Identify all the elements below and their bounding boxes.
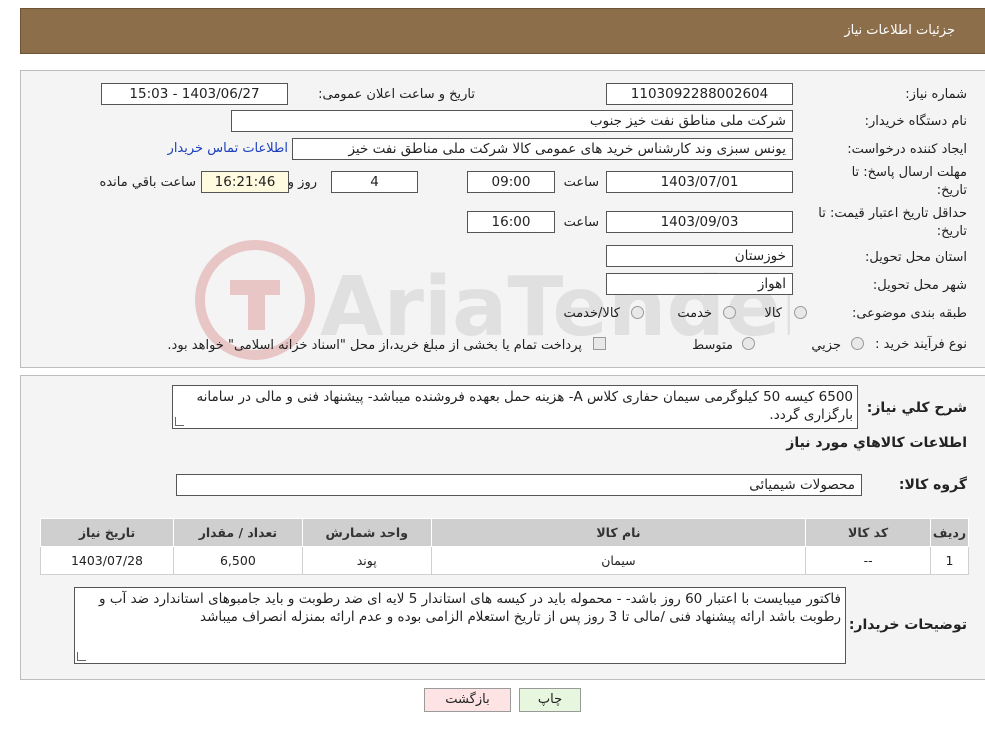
remaining-time-field: 16:21:46 [201,171,289,193]
cell-name: سیمان [430,546,807,575]
buyer-notes-textarea[interactable]: فاکتور میبایست با اعتبار 60 روز باشد- - … [74,587,846,664]
category-radio-goods[interactable] [794,306,807,319]
deadline-time-field: 09:00 [467,171,555,193]
buyer-org-field: شرکت ملی مناطق نفت خیز جنوب [231,110,793,132]
validity-time-field: 16:00 [467,211,555,233]
col-row-header: رديف [930,518,969,547]
validity-date-field: 1403/09/03 [606,211,793,233]
need-number-label: شماره نیاز: [905,87,967,102]
goods-table: رديف کد کالا نام کالا واحد شمارش تعداد /… [40,518,969,575]
col-unit-header: واحد شمارش [301,518,432,547]
cell-row: 1 [930,546,969,575]
buyer-notes-label: توضیحات خریدار: [848,617,967,633]
deadline-time-label: ساعت [563,175,599,190]
validity-label-line2: تاریخ: [936,224,967,239]
cell-code: -- [805,546,932,575]
deadline-label-line2: تاریخ: [936,183,967,198]
process-option-minor: جزيي [811,338,841,353]
category-option-service: خدمت [677,306,712,321]
buyer-org-label: نام دستگاه خریدار: [864,114,967,129]
goods-info-title: اطلاعات کالاهاي مورد نياز [786,435,967,451]
col-code-header: کد کالا [805,518,932,547]
buyer-contact-link[interactable]: اطلاعات تماس خریدار [168,141,288,156]
goods-group-label: گروه کالا: [898,477,967,493]
description-label: شرح کلي نياز: [866,400,967,416]
validity-time-label: ساعت [563,215,599,230]
need-number-field: 1103092288002604 [606,83,793,105]
print-button[interactable]: چاپ [519,688,581,712]
category-radio-service[interactable] [723,306,736,319]
goods-group-field: محصولات شیمیائی [176,474,862,496]
col-date-header: تاریخ نیاز [40,518,174,547]
days-remaining-field: 4 [331,171,418,193]
table-header-row: رديف کد کالا نام کالا واحد شمارش تعداد /… [40,518,969,547]
table-row: 1 -- سیمان پوند 6,500 1403/07/28 [40,546,969,575]
page-title: جزئیات اطلاعات نیاز [844,23,955,38]
creator-field: یونس سبزی وند کارشناس خرید های عمومی کال… [292,138,793,160]
deadline-label-line1: مهلت ارسال پاسخ: تا [851,165,967,180]
process-radio-medium[interactable] [742,337,755,350]
cell-qty: 6,500 [172,546,303,575]
back-button[interactable]: بازگشت [424,688,511,712]
description-textarea[interactable]: 6500 کیسه 50 کیلوگرمی سیمان حفاری کلاس A… [172,385,858,429]
treasury-checkbox[interactable] [593,337,606,350]
validity-label-line1: حداقل تاریخ اعتبار قیمت: تا [818,206,967,221]
announce-label: تاریخ و ساعت اعلان عمومی: [318,87,475,102]
col-name-header: نام کالا [430,518,807,547]
process-label: نوع فرآیند خرید : [875,337,967,352]
category-option-goods-service: کالا/خدمت [563,306,620,321]
days-label: روز و [287,175,317,190]
province-field: خوزستان [606,245,793,267]
process-option-medium: متوسط [692,338,733,353]
category-radio-goods-service[interactable] [631,306,644,319]
resize-grip-icon[interactable] [77,652,86,661]
page-header: جزئیات اطلاعات نیاز [20,8,985,54]
province-label: استان محل تحویل: [865,250,967,265]
category-option-goods: کالا [764,306,782,321]
cell-date: 1403/07/28 [40,546,174,575]
description-text: 6500 کیسه 50 کیلوگرمی سیمان حفاری کلاس A… [196,389,853,423]
resize-grip-icon[interactable] [175,417,184,426]
category-label: طبقه بندی موضوعی: [851,306,967,321]
process-note: پرداخت تمام یا بخشی از مبلغ خرید،از محل … [167,338,582,353]
city-field: اهواز [606,273,793,295]
creator-label: ایجاد کننده درخواست: [847,142,967,157]
announce-datetime-field: 1403/06/27 - 15:03 [101,83,288,105]
remaining-label: ساعت باقي مانده [99,175,196,190]
deadline-date-field: 1403/07/01 [606,171,793,193]
process-radio-minor[interactable] [851,337,864,350]
city-label: شهر محل تحویل: [872,278,967,293]
col-qty-header: تعداد / مقدار [172,518,303,547]
cell-unit: پوند [301,546,432,575]
buyer-notes-text: فاکتور میبایست با اعتبار 60 روز باشد- - … [99,591,841,625]
